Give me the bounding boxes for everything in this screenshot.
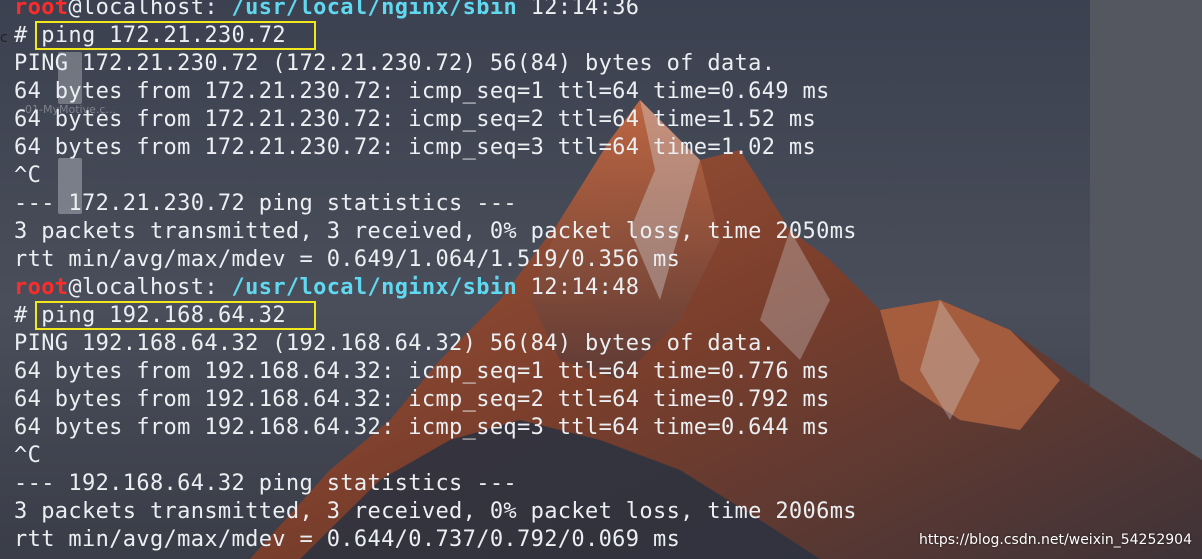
output-line: 64 bytes from 192.168.64.32: icmp_seq=2 … [14, 387, 830, 412]
output-line: ^C [14, 443, 42, 468]
command-line: # ping 172.21.230.72 [14, 21, 1202, 50]
prompt-path: /usr/local/nginx/sbin [231, 275, 518, 300]
shell-prompt-line: root@localhost: /usr/local/nginx/sbin 12… [14, 274, 1202, 302]
terminal-output[interactable]: root@localhost: /usr/local/nginx/sbin 12… [14, 0, 1202, 559]
command-line: # ping 192.168.64.32 [14, 301, 1202, 330]
output-line: 3 packets transmitted, 3 received, 0% pa… [14, 499, 857, 524]
output-line: 64 bytes from 172.21.230.72: icmp_seq=3 … [14, 135, 817, 160]
output-line: PING 192.168.64.32 (192.168.64.32) 56(84… [14, 331, 776, 356]
output-line: --- 192.168.64.32 ping statistics --- [14, 471, 518, 496]
prompt-host: @localhost: [68, 0, 232, 20]
output-line: ^C [14, 163, 42, 188]
output-line: 64 bytes from 192.168.64.32: icmp_seq=3 … [14, 415, 830, 440]
prompt-user: root [14, 275, 69, 300]
highlighted-command: ping 172.21.230.72 [35, 21, 316, 50]
output-line: rtt min/avg/max/mdev = 0.649/1.064/1.519… [14, 247, 681, 272]
output-line: 64 bytes from 172.21.230.72: icmp_seq=1 … [14, 79, 830, 104]
window-edge-char: c [0, 30, 8, 46]
prompt-user: root [14, 0, 69, 20]
shell-prompt-line: root@localhost: /usr/local/nginx/sbin 12… [14, 0, 1202, 22]
output-line: 64 bytes from 172.21.230.72: icmp_seq=2 … [14, 107, 817, 132]
prompt-host: @localhost: [68, 275, 232, 300]
output-line: 64 bytes from 192.168.64.32: icmp_seq=1 … [14, 359, 830, 384]
prompt-path: /usr/local/nginx/sbin [231, 0, 518, 20]
prompt-time: 12:14:48 [517, 275, 640, 300]
prompt-time: 12:14:36 [517, 0, 640, 20]
blog-watermark: https://blog.csdn.net/weixin_54252904 [918, 532, 1192, 548]
highlighted-command: ping 192.168.64.32 [35, 301, 316, 330]
output-line: --- 172.21.230.72 ping statistics --- [14, 191, 518, 216]
output-line: 3 packets transmitted, 3 received, 0% pa… [14, 219, 857, 244]
output-line: PING 172.21.230.72 (172.21.230.72) 56(84… [14, 51, 776, 76]
